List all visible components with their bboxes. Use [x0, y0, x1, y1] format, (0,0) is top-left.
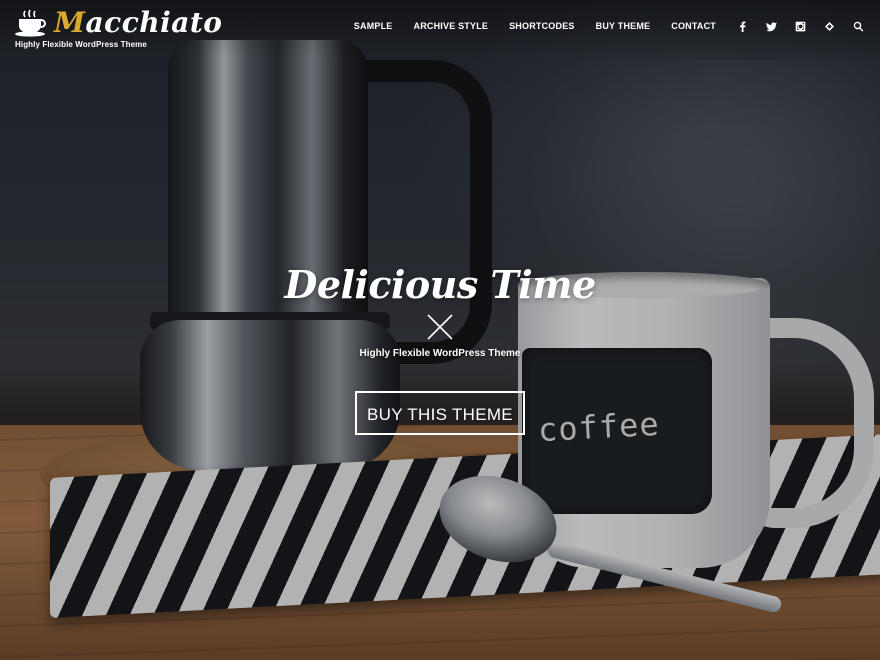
site-logo[interactable]: Macchiato Highly Flexible WordPress Them…: [14, 8, 223, 49]
nav-link-sample[interactable]: SAMPLE: [354, 21, 393, 31]
hero-section: Delicious Time Highly Flexible WordPress…: [0, 262, 880, 435]
hero-title: Delicious Time: [284, 262, 596, 307]
buy-this-theme-button[interactable]: BUY THIS THEME: [355, 391, 525, 435]
facebook-icon[interactable]: [734, 18, 750, 34]
nav-link-contact[interactable]: CONTACT: [671, 21, 716, 31]
coffee-cup-icon: [15, 9, 46, 37]
twitter-icon[interactable]: [763, 18, 779, 34]
hero-subtitle: Highly Flexible WordPress Theme: [359, 348, 521, 359]
nav-link-shortcodes[interactable]: SHORTCODES: [509, 21, 575, 31]
search-icon[interactable]: [850, 18, 866, 34]
site-header: Macchiato Highly Flexible WordPress Them…: [0, 0, 880, 58]
nav-link-archive-style[interactable]: ARCHIVE STYLE: [414, 21, 489, 31]
nav-link-buy-theme[interactable]: BUY THEME: [596, 21, 651, 31]
main-navigation: SAMPLE ARCHIVE STYLE SHORTCODES BUY THEM…: [333, 18, 866, 34]
feedly-icon[interactable]: [821, 18, 837, 34]
site-tagline: Highly Flexible WordPress Theme: [15, 40, 147, 49]
logo-initial: M: [54, 6, 86, 39]
instagram-icon[interactable]: [792, 18, 808, 34]
cross-divider-icon: [427, 314, 453, 340]
logo-rest: acchiato: [85, 6, 223, 39]
logo-wordmark: Macchiato: [54, 8, 223, 38]
